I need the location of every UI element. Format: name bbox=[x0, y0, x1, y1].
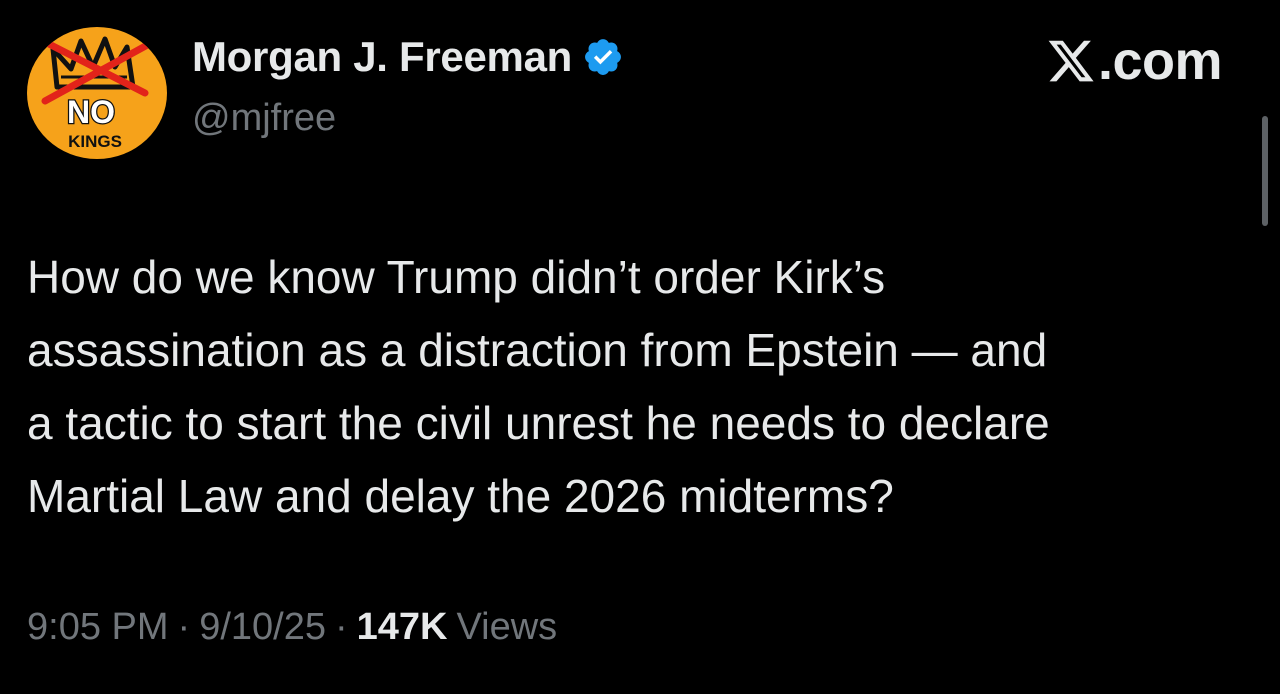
x-logo-icon bbox=[1046, 36, 1096, 86]
no-kings-crown-icon: NO KINGS bbox=[41, 36, 155, 151]
separator-dot: · bbox=[177, 606, 191, 648]
verified-badge-icon bbox=[582, 36, 624, 78]
site-watermark: .com bbox=[1046, 31, 1223, 91]
views-label: Views bbox=[456, 606, 558, 648]
display-name[interactable]: Morgan J. Freeman bbox=[192, 36, 572, 78]
avatar[interactable]: NO KINGS bbox=[27, 27, 167, 159]
scrollbar[interactable] bbox=[1262, 116, 1268, 226]
tweet-metadata: 9:05 PM · 9/10/25 · 147K Views bbox=[27, 608, 557, 646]
site-domain-label: .com bbox=[1097, 31, 1223, 91]
avatar-text-kings: KINGS bbox=[68, 132, 122, 151]
views-count[interactable]: 147K bbox=[357, 608, 448, 646]
separator-dot: · bbox=[334, 606, 348, 648]
tweet-text: How do we know Trump didn’t order Kirk’s… bbox=[27, 251, 1050, 522]
tweet-card: NO KINGS Morgan J. Freeman @mjfree .com … bbox=[0, 0, 1280, 694]
avatar-text-no: NO bbox=[67, 94, 115, 130]
tweet-date[interactable]: 9/10/25 bbox=[199, 608, 326, 646]
author-handle[interactable]: @mjfree bbox=[192, 99, 336, 137]
tweet-time[interactable]: 9:05 PM bbox=[27, 608, 169, 646]
author-name-row[interactable]: Morgan J. Freeman bbox=[192, 36, 624, 78]
